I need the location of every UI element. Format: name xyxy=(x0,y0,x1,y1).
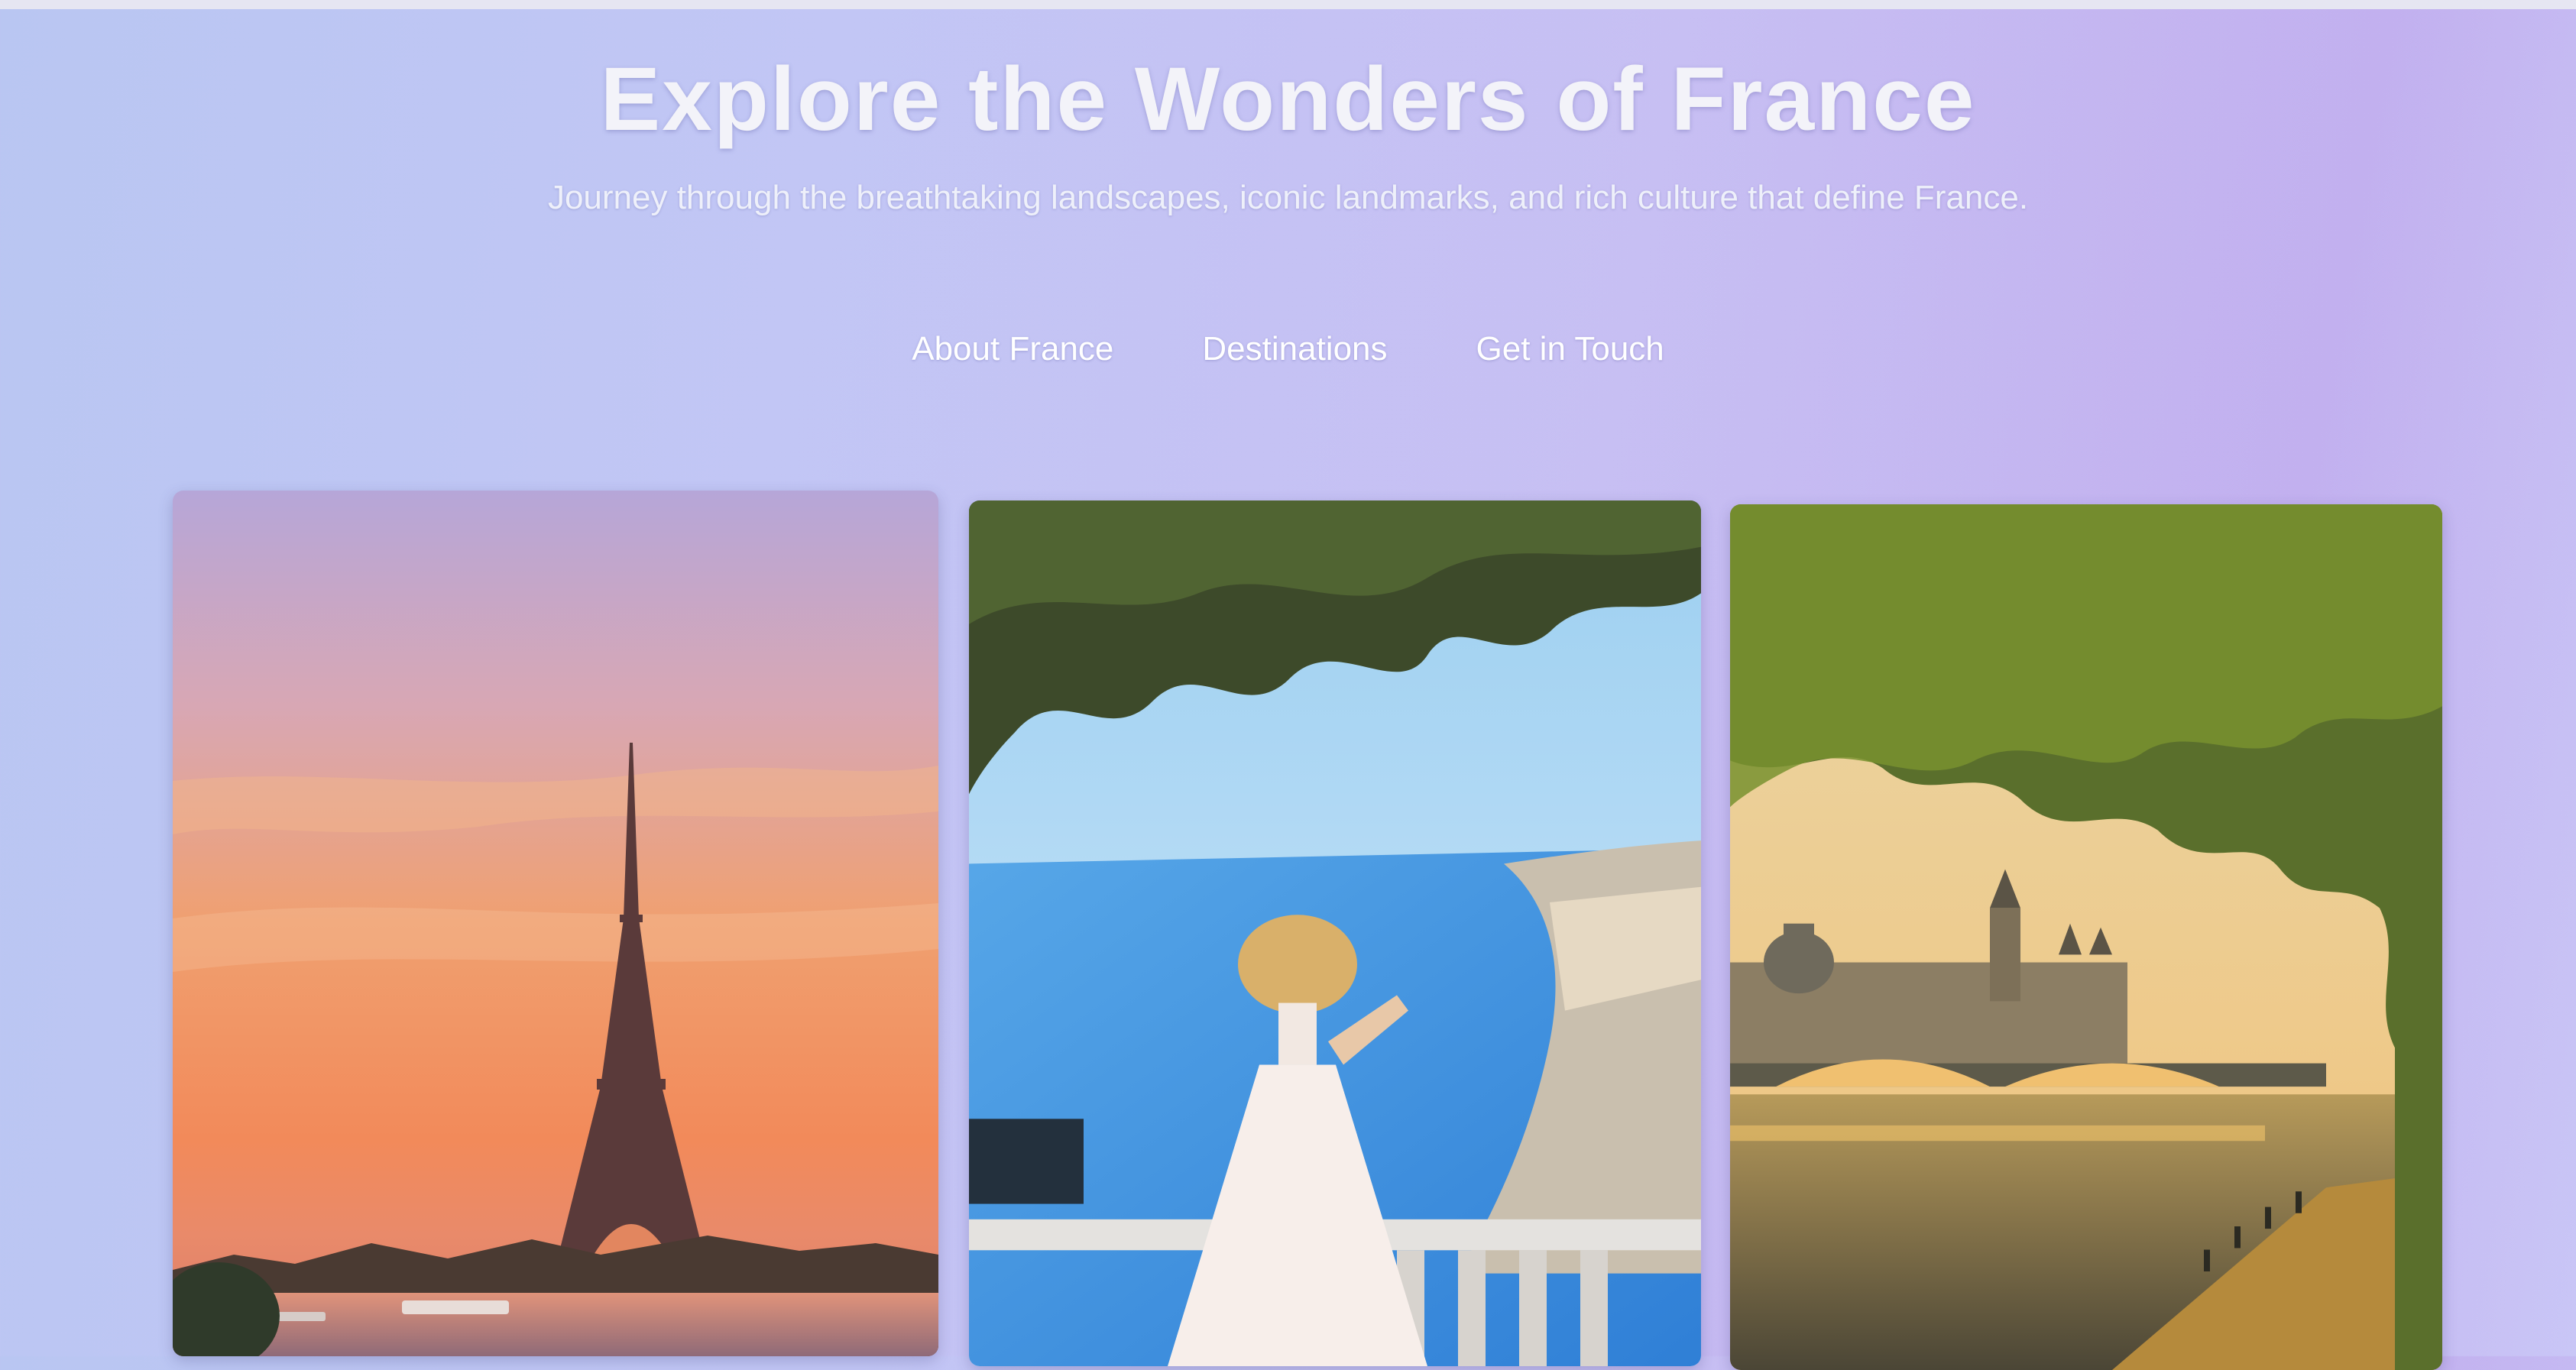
nice-coast-photo xyxy=(969,500,1701,1366)
nav-link-destinations[interactable]: Destinations xyxy=(1202,330,1387,368)
conciergerie-photo xyxy=(1730,504,2442,1370)
main-nav: About France Destinations Get in Touch xyxy=(0,330,2576,368)
gallery-card-nice-coast[interactable] xyxy=(969,500,1701,1366)
page-subtitle: Journey through the breathtaking landsca… xyxy=(547,179,2029,216)
top-edge xyxy=(0,0,2576,9)
gallery-card-conciergerie[interactable] xyxy=(1730,504,2442,1370)
eiffel-tower-photo xyxy=(173,491,938,1356)
nav-link-about-france[interactable]: About France xyxy=(912,330,1113,368)
gallery-card-eiffel-tower[interactable] xyxy=(173,491,938,1356)
nav-link-get-in-touch[interactable]: Get in Touch xyxy=(1476,330,1664,368)
page-title: Explore the Wonders of France xyxy=(600,49,1976,150)
